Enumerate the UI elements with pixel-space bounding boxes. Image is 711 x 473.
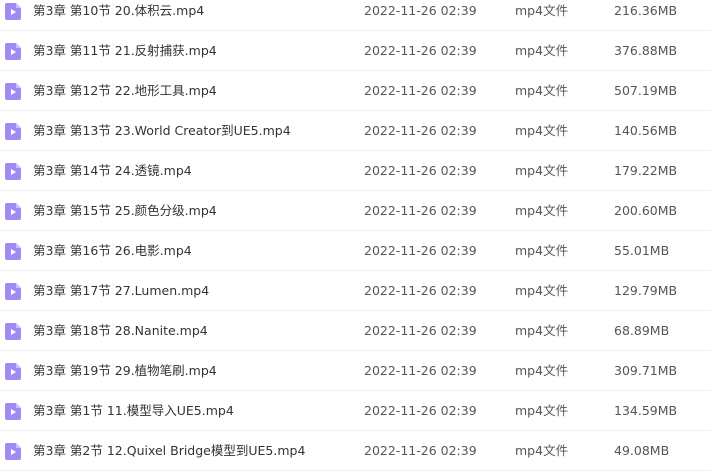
file-name[interactable]: 第3章 第1节 11.模型导入UE5.mp4 bbox=[33, 391, 234, 431]
file-row[interactable]: 第3章 第13节 23.World Creator到UE5.mp4 2022-1… bbox=[0, 111, 711, 151]
file-size: 200.60MB bbox=[614, 203, 678, 218]
video-file-icon bbox=[5, 243, 21, 260]
file-name[interactable]: 第3章 第12节 22.地形工具.mp4 bbox=[33, 71, 217, 111]
file-name[interactable]: 第3章 第11节 21.反射捕获.mp4 bbox=[33, 31, 217, 71]
file-type: mp4文件 bbox=[515, 83, 569, 98]
file-type: mp4文件 bbox=[515, 203, 569, 218]
file-date: 2022-11-26 02:39 bbox=[364, 283, 477, 298]
file-date: 2022-11-26 02:39 bbox=[364, 403, 477, 418]
file-name[interactable]: 第3章 第17节 27.Lumen.mp4 bbox=[33, 271, 209, 311]
file-type: mp4文件 bbox=[515, 363, 569, 378]
file-date: 2022-11-26 02:39 bbox=[364, 123, 477, 138]
file-name[interactable]: 第3章 第13节 23.World Creator到UE5.mp4 bbox=[33, 111, 291, 151]
file-size: 376.88MB bbox=[614, 43, 678, 58]
video-file-icon bbox=[5, 283, 21, 300]
file-size: 129.79MB bbox=[614, 283, 678, 298]
video-file-icon bbox=[5, 203, 21, 220]
file-name[interactable]: 第3章 第18节 28.Nanite.mp4 bbox=[33, 311, 208, 351]
file-type: mp4文件 bbox=[515, 43, 569, 58]
file-row[interactable]: 第3章 第14节 24.透镜.mp4 2022-11-26 02:39 mp4文… bbox=[0, 151, 711, 191]
file-date: 2022-11-26 02:39 bbox=[364, 163, 477, 178]
file-row[interactable]: 第3章 第11节 21.反射捕获.mp4 2022-11-26 02:39 mp… bbox=[0, 31, 711, 71]
file-row[interactable]: 第3章 第17节 27.Lumen.mp4 2022-11-26 02:39 m… bbox=[0, 271, 711, 311]
file-row[interactable]: 第3章 第18节 28.Nanite.mp4 2022-11-26 02:39 … bbox=[0, 311, 711, 351]
file-row[interactable]: 第3章 第1节 11.模型导入UE5.mp4 2022-11-26 02:39 … bbox=[0, 391, 711, 431]
file-date: 2022-11-26 02:39 bbox=[364, 243, 477, 258]
file-type: mp4文件 bbox=[515, 3, 569, 18]
file-size: 309.71MB bbox=[614, 363, 678, 378]
file-row[interactable]: 第3章 第19节 29.植物笔刷.mp4 2022-11-26 02:39 mp… bbox=[0, 351, 711, 391]
file-row[interactable]: 第3章 第12节 22.地形工具.mp4 2022-11-26 02:39 mp… bbox=[0, 71, 711, 111]
video-file-icon bbox=[5, 123, 21, 140]
file-type: mp4文件 bbox=[515, 243, 569, 258]
file-date: 2022-11-26 02:39 bbox=[364, 203, 477, 218]
file-row[interactable]: 第3章 第10节 20.体积云.mp4 2022-11-26 02:39 mp4… bbox=[0, 0, 711, 31]
file-name[interactable]: 第3章 第14节 24.透镜.mp4 bbox=[33, 151, 192, 191]
file-date: 2022-11-26 02:39 bbox=[364, 3, 477, 18]
file-date: 2022-11-26 02:39 bbox=[364, 83, 477, 98]
file-size: 49.08MB bbox=[614, 443, 670, 458]
file-row[interactable]: 第3章 第16节 26.电影.mp4 2022-11-26 02:39 mp4文… bbox=[0, 231, 711, 271]
file-size: 140.56MB bbox=[614, 123, 678, 138]
file-size: 55.01MB bbox=[614, 243, 670, 258]
file-row[interactable]: 第3章 第15节 25.颜色分级.mp4 2022-11-26 02:39 mp… bbox=[0, 191, 711, 231]
file-size: 134.59MB bbox=[614, 403, 678, 418]
video-file-icon bbox=[5, 163, 21, 180]
file-list: 第3章 第10节 20.体积云.mp4 2022-11-26 02:39 mp4… bbox=[0, 0, 711, 471]
video-file-icon bbox=[5, 3, 21, 20]
file-name[interactable]: 第3章 第2节 12.Quixel Bridge模型到UE5.mp4 bbox=[33, 431, 305, 471]
video-file-icon bbox=[5, 323, 21, 340]
file-size: 179.22MB bbox=[614, 163, 678, 178]
file-type: mp4文件 bbox=[515, 443, 569, 458]
file-name[interactable]: 第3章 第10节 20.体积云.mp4 bbox=[33, 0, 204, 31]
file-type: mp4文件 bbox=[515, 163, 569, 178]
file-date: 2022-11-26 02:39 bbox=[364, 323, 477, 338]
video-file-icon bbox=[5, 363, 21, 380]
file-name[interactable]: 第3章 第16节 26.电影.mp4 bbox=[33, 231, 192, 271]
file-type: mp4文件 bbox=[515, 283, 569, 298]
file-size: 507.19MB bbox=[614, 83, 678, 98]
file-size: 68.89MB bbox=[614, 323, 670, 338]
file-type: mp4文件 bbox=[515, 123, 569, 138]
file-type: mp4文件 bbox=[515, 323, 569, 338]
file-date: 2022-11-26 02:39 bbox=[364, 443, 477, 458]
video-file-icon bbox=[5, 403, 21, 420]
file-name[interactable]: 第3章 第19节 29.植物笔刷.mp4 bbox=[33, 351, 217, 391]
file-name[interactable]: 第3章 第15节 25.颜色分级.mp4 bbox=[33, 191, 217, 231]
file-type: mp4文件 bbox=[515, 403, 569, 418]
file-size: 216.36MB bbox=[614, 3, 678, 18]
file-date: 2022-11-26 02:39 bbox=[364, 43, 477, 58]
video-file-icon bbox=[5, 43, 21, 60]
video-file-icon bbox=[5, 443, 21, 460]
video-file-icon bbox=[5, 83, 21, 100]
file-date: 2022-11-26 02:39 bbox=[364, 363, 477, 378]
file-row[interactable]: 第3章 第2节 12.Quixel Bridge模型到UE5.mp4 2022-… bbox=[0, 431, 711, 471]
